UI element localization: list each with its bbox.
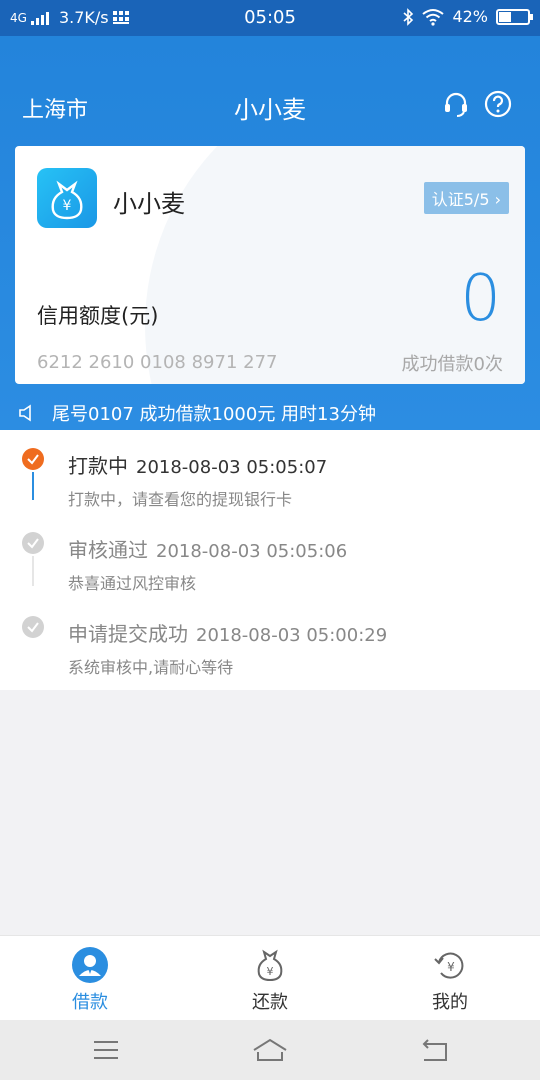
credit-limit-label: 信用额度(元) xyxy=(37,304,159,328)
step-title: 打款中 xyxy=(68,454,128,478)
loan-progress-timeline: 打款中 2018-08-03 05:05:07 打款中，请查看您的提现银行卡 审核… xyxy=(0,430,540,690)
timeline-connector xyxy=(32,556,34,586)
svg-text:¥: ¥ xyxy=(447,960,455,974)
help-icon[interactable] xyxy=(484,90,512,118)
timeline-connector-active xyxy=(32,472,34,500)
step-time: 2018-08-03 05:00:29 xyxy=(196,625,388,646)
tab-label: 还款 xyxy=(252,992,288,1013)
battery-percent: 42% xyxy=(452,7,488,26)
check-icon xyxy=(22,532,44,554)
bluetooth-icon xyxy=(403,7,414,26)
wifi-icon xyxy=(422,8,445,26)
tab-borrow[interactable]: 借款 xyxy=(0,936,180,1021)
borrow-icon xyxy=(71,946,109,984)
city-selector[interactable]: 上海市 xyxy=(22,92,88,124)
speaker-icon xyxy=(19,404,31,422)
chevron-right-icon: › xyxy=(489,190,501,209)
status-bar: 4G 3.7K/s 05:05 42% xyxy=(0,0,540,36)
timeline-item-title: 审核通过 2018-08-03 05:05:06 xyxy=(68,534,347,563)
notice-bar: 尾号0107 成功借款1000元 用时13分钟 xyxy=(18,400,376,426)
success-loan-count: 成功借款0次 xyxy=(401,354,503,375)
system-nav-bar xyxy=(0,1020,540,1080)
svg-text:¥: ¥ xyxy=(267,965,274,978)
step-time: 2018-08-03 05:05:07 xyxy=(136,457,328,478)
header-actions xyxy=(442,90,512,118)
refresh-yen-icon: ¥ xyxy=(431,946,469,984)
step-title: 申请提交成功 xyxy=(68,622,188,646)
check-icon-active xyxy=(22,448,44,470)
battery-icon xyxy=(496,8,533,25)
step-time: 2018-08-03 05:05:06 xyxy=(156,541,348,562)
headset-icon[interactable] xyxy=(442,90,470,118)
certification-badge[interactable]: 认证5/5 › xyxy=(423,182,509,214)
card-app-name: 小小麦 xyxy=(113,190,185,218)
check-icon xyxy=(22,616,44,638)
step-title: 审核通过 xyxy=(68,538,148,562)
timeline-item-desc: 系统审核中,请耐心等待 xyxy=(68,658,234,677)
money-bag-icon: ¥ xyxy=(251,946,289,984)
tab-label: 借款 xyxy=(72,992,108,1013)
battery-level xyxy=(499,11,511,22)
bottom-tab-bar: 借款 ¥ 还款 ¥ 我的 xyxy=(0,935,540,1020)
menu-icon[interactable] xyxy=(86,1034,126,1066)
tab-mine[interactable]: ¥ 我的 xyxy=(360,936,540,1021)
app-logo-icon: ¥ xyxy=(37,168,97,228)
credit-card-panel[interactable]: ¥ 小小麦 认证5/5 › 信用额度(元) 0 6212 2610 0108 8… xyxy=(15,146,525,384)
status-right: 42% xyxy=(402,7,533,26)
timeline-item-desc: 打款中，请查看您的提现银行卡 xyxy=(68,490,293,509)
timeline-item-title: 打款中 2018-08-03 05:05:07 xyxy=(68,450,327,479)
bank-card-number: 6212 2610 0108 8971 277 xyxy=(37,352,278,373)
notice-text: 尾号0107 成功借款1000元 用时13分钟 xyxy=(52,404,376,425)
back-icon[interactable] xyxy=(414,1034,454,1066)
credit-limit-value: 0 xyxy=(460,262,501,336)
certification-text: 认证5/5 xyxy=(431,190,490,209)
timeline-item-desc: 恭喜通过风控审核 xyxy=(68,574,197,593)
tab-repay[interactable]: ¥ 还款 xyxy=(180,936,360,1021)
tab-label: 我的 xyxy=(432,992,468,1013)
svg-text:¥: ¥ xyxy=(63,198,72,214)
timeline-item-title: 申请提交成功 2018-08-03 05:00:29 xyxy=(68,618,387,647)
home-icon[interactable] xyxy=(250,1034,290,1066)
